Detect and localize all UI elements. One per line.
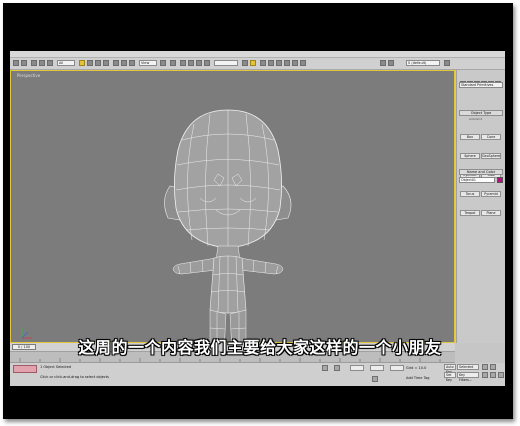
y-coordinate-field[interactable] <box>370 365 384 371</box>
quick-render-icon[interactable] <box>300 60 306 66</box>
select-and-manipulate-icon[interactable] <box>170 60 176 66</box>
main-toolbar: All View 0 (default) <box>10 58 505 70</box>
geosphere-button[interactable]: GeoSphere <box>481 153 501 159</box>
object-type-rollout[interactable]: Object Type <box>459 110 503 116</box>
orbit-icon[interactable] <box>498 372 504 378</box>
select-scale-icon[interactable] <box>129 60 135 66</box>
z-coordinate-field[interactable] <box>390 365 404 371</box>
pyramid-button[interactable]: Pyramid <box>481 191 501 197</box>
auto-key-button[interactable]: Auto Key <box>444 364 456 374</box>
lock-selection-icon[interactable] <box>322 365 328 371</box>
autogrid-checkbox[interactable]: AutoGrid <box>469 117 482 121</box>
box-button[interactable]: Box <box>460 134 480 140</box>
window-crossing-icon[interactable] <box>103 60 109 66</box>
prompt-line-text: Click or click-and-drag to select object… <box>40 375 109 379</box>
teapot-button[interactable]: Teapot <box>460 210 480 216</box>
spinner-snap-icon[interactable] <box>204 60 210 66</box>
command-panel-tabs <box>460 72 503 87</box>
set-key-button[interactable]: Set Key <box>444 372 456 382</box>
pivot-center-icon[interactable] <box>160 60 166 66</box>
schematic-view-icon[interactable] <box>276 60 282 66</box>
undo-icon[interactable] <box>13 60 19 66</box>
new-layer-icon[interactable] <box>444 60 450 66</box>
mirror-icon[interactable] <box>242 60 248 66</box>
play-icon[interactable] <box>490 364 496 370</box>
cone-button[interactable]: Cone <box>481 134 501 140</box>
video-subtitle: 这周的一个内容我们主要给大家这样的一个小朋友 <box>78 338 442 357</box>
layer-visibility-icon[interactable] <box>380 60 386 66</box>
named-selection-sets-dropdown[interactable] <box>214 60 238 66</box>
unlink-icon[interactable] <box>39 60 45 66</box>
go-to-start-icon[interactable] <box>482 364 488 370</box>
curve-editor-icon[interactable] <box>268 60 274 66</box>
select-object-icon[interactable] <box>79 60 85 66</box>
selection-status-text: 1 Object Selected <box>40 365 72 369</box>
plane-button[interactable]: Plane <box>481 210 501 216</box>
select-rotate-icon[interactable] <box>121 60 127 66</box>
character-model <box>21 109 292 343</box>
angle-snap-icon[interactable] <box>188 60 194 66</box>
perspective-viewport[interactable]: Perspective <box>10 70 455 343</box>
zoom-icon[interactable] <box>482 372 488 378</box>
material-editor-icon[interactable] <box>284 60 290 66</box>
absolute-mode-icon[interactable] <box>334 365 340 371</box>
add-time-tag[interactable]: Add Time Tag <box>406 376 430 380</box>
menu-bar: FileEditToolsGroupViewsCreateModifiersre… <box>10 51 505 67</box>
layer-manager-icon[interactable] <box>260 60 266 66</box>
select-by-name-icon[interactable] <box>87 60 93 66</box>
command-panel: Standard Primitives Object Type AutoGrid… <box>456 70 505 343</box>
percent-snap-icon[interactable] <box>196 60 202 66</box>
reference-coordinate-dropdown[interactable]: View <box>139 60 157 66</box>
maxscript-listener[interactable] <box>13 365 37 373</box>
link-icon[interactable] <box>31 60 37 66</box>
primitive-type-dropdown[interactable]: Standard Primitives <box>459 82 503 88</box>
grid-readout: Grid = 10.0 <box>406 366 427 370</box>
sphere-button[interactable]: Sphere <box>460 153 480 159</box>
selection-filter-dropdown[interactable]: All <box>57 60 75 66</box>
pan-icon[interactable] <box>490 372 496 378</box>
key-icon[interactable] <box>372 376 378 382</box>
align-icon[interactable] <box>250 60 256 66</box>
object-color-swatch[interactable] <box>497 177 503 183</box>
snaps-toggle-icon[interactable] <box>180 60 186 66</box>
object-name-input[interactable]: Object01 <box>459 177 495 183</box>
redo-icon[interactable] <box>21 60 27 66</box>
status-bar: 1 Object Selected Click or click-and-dra… <box>10 363 505 386</box>
name-and-color-rollout[interactable]: Name and Color <box>459 169 503 175</box>
key-filters-button[interactable]: Key Filters... <box>457 372 479 382</box>
layer-freeze-icon[interactable] <box>388 60 394 66</box>
layer-dropdown[interactable]: 0 (default) <box>406 60 440 66</box>
bind-space-warp-icon[interactable] <box>47 60 53 66</box>
torus-button[interactable]: Torus <box>460 191 480 197</box>
rectangular-selection-icon[interactable] <box>95 60 101 66</box>
render-setup-icon[interactable] <box>292 60 298 66</box>
x-coordinate-field[interactable] <box>350 365 364 371</box>
select-move-icon[interactable] <box>113 60 119 66</box>
selected-dropdown[interactable]: Selected <box>457 364 479 370</box>
